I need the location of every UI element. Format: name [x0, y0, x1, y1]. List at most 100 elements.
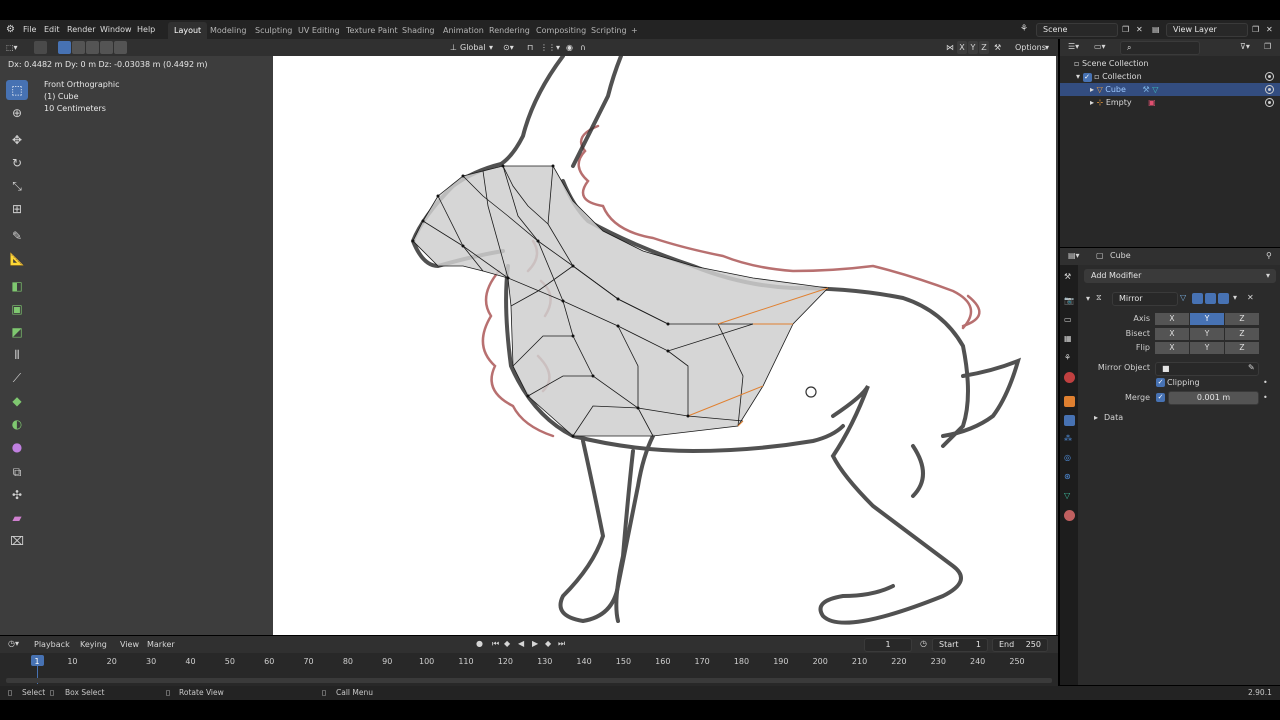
tab-uv-editing[interactable]: UV Editing	[292, 22, 346, 39]
axis-x-button[interactable]: X	[1155, 313, 1189, 325]
select-extend-icon[interactable]	[72, 41, 85, 54]
flip-y-button[interactable]: Y	[1190, 342, 1224, 354]
tab-animation[interactable]: Animation	[437, 22, 490, 39]
start-frame-input[interactable]: Start 1	[932, 638, 988, 652]
flip-x-button[interactable]: X	[1155, 342, 1189, 354]
select-subtract-icon[interactable]	[86, 41, 99, 54]
menu-render[interactable]: Render	[67, 20, 95, 39]
render-tab-icon[interactable]: 📷	[1064, 296, 1075, 307]
axis-y-button[interactable]: Y	[1190, 313, 1224, 325]
play-icon[interactable]: ▶	[532, 639, 538, 648]
viewport-toggle-icon[interactable]	[1205, 293, 1216, 304]
outliner-item-cube[interactable]: ▸ ▽ Cube ⚒ ▽	[1060, 83, 1280, 96]
axis-x-toggle[interactable]: X	[957, 41, 967, 54]
clock-icon[interactable]: ◷	[920, 639, 927, 648]
editor-type-icon[interactable]: ⬚▾	[6, 41, 18, 54]
display-mode-icon[interactable]: ▭▾	[1094, 42, 1106, 51]
inset-tool-icon[interactable]: ▣	[6, 299, 28, 319]
outliner-search-input[interactable]: ⌕	[1120, 41, 1200, 55]
visibility-eye-icon[interactable]	[1265, 98, 1274, 107]
chevron-down-icon[interactable]: ▾	[1233, 293, 1237, 302]
cage-toggle-icon[interactable]	[1192, 293, 1203, 304]
options-dropdown[interactable]: Options	[1015, 41, 1046, 54]
edge-slide-tool-icon[interactable]: ⧉	[6, 462, 28, 482]
properties-editor-icon[interactable]: ▤▾	[1068, 251, 1080, 260]
select-intersect-icon[interactable]	[114, 41, 127, 54]
bisect-z-button[interactable]: Z	[1225, 328, 1259, 340]
rotate-tool-icon[interactable]: ↻	[6, 153, 28, 173]
delete-view-layer-icon[interactable]: ✕	[1266, 20, 1273, 39]
proportional-edit-icon[interactable]: ◉	[566, 41, 573, 54]
current-frame-input[interactable]: 1	[864, 638, 912, 652]
data-tab-icon[interactable]: ▽	[1064, 491, 1075, 502]
spin-tool-icon[interactable]: ◐	[6, 414, 28, 434]
clipping-checkbox[interactable]: ✓	[1156, 378, 1165, 387]
axis-z-button[interactable]: Z	[1225, 313, 1259, 325]
outliner-editor-icon[interactable]: ☰▾	[1068, 42, 1079, 51]
measure-tool-icon[interactable]: 📐	[6, 249, 28, 269]
axis-y-toggle[interactable]: Y	[968, 41, 978, 54]
pin-icon[interactable]: ⚲	[1266, 251, 1272, 260]
tab-rendering[interactable]: Rendering	[483, 22, 536, 39]
prev-keyframe-icon[interactable]: ◆	[504, 639, 510, 648]
object-tab-icon[interactable]	[1064, 396, 1075, 407]
tab-shading[interactable]: Shading	[396, 22, 441, 39]
pivot-point-icon[interactable]: ⊙▾	[503, 41, 514, 54]
collapse-chevron-icon[interactable]: ▾	[1086, 294, 1090, 303]
edit-mode-toggle-icon[interactable]: ▽	[1180, 293, 1186, 302]
close-icon[interactable]: ✕	[1247, 293, 1254, 302]
tab-modeling[interactable]: Modeling	[204, 22, 252, 39]
render-toggle-icon[interactable]	[1218, 293, 1229, 304]
bisect-x-button[interactable]: X	[1155, 328, 1189, 340]
outliner-scene-collection[interactable]: ▫ Scene Collection	[1060, 57, 1280, 70]
bisect-y-button[interactable]: Y	[1190, 328, 1224, 340]
outliner-item-empty[interactable]: ▸ ⊹ Empty ▣	[1060, 96, 1280, 109]
select-mode-icon[interactable]	[34, 41, 47, 54]
constraints-tab-icon[interactable]: ⊛	[1064, 472, 1075, 483]
tab-compositing[interactable]: Compositing	[530, 22, 592, 39]
shear-tool-icon[interactable]: ▰	[6, 508, 28, 528]
shrink-fatten-tool-icon[interactable]: ✣	[6, 485, 28, 505]
loop-cut-tool-icon[interactable]: ⫴	[6, 345, 28, 365]
collection-checkbox[interactable]: ✓	[1082, 73, 1092, 82]
flip-z-button[interactable]: Z	[1225, 342, 1259, 354]
add-modifier-button[interactable]: Add Modifier	[1084, 269, 1276, 283]
data-panel-header[interactable]: Data	[1104, 413, 1123, 422]
view-menu[interactable]: View	[120, 640, 139, 649]
cursor-tool-icon[interactable]: ⊕	[6, 103, 28, 123]
filter-icon[interactable]: ⊽▾	[1240, 42, 1250, 51]
axis-z-toggle[interactable]: Z	[979, 41, 989, 54]
mirror-object-field[interactable]: ■	[1155, 362, 1259, 376]
tab-layout[interactable]: Layout	[168, 22, 208, 39]
jump-start-icon[interactable]: ⏮	[492, 639, 499, 649]
tool-tab-icon[interactable]: ⚒	[1064, 272, 1075, 283]
menu-window[interactable]: Window	[100, 20, 132, 39]
output-tab-icon[interactable]: ▭	[1064, 315, 1075, 326]
delete-scene-icon[interactable]: ✕	[1136, 20, 1143, 39]
merge-checkbox[interactable]: ✓	[1156, 393, 1165, 402]
expand-chevron-icon[interactable]: ▸	[1094, 413, 1098, 422]
move-tool-icon[interactable]: ✥	[6, 130, 28, 150]
visibility-eye-icon[interactable]	[1265, 85, 1274, 94]
snap-icon[interactable]: ⊓	[527, 41, 533, 54]
view-layer-tab-icon[interactable]: ▦	[1064, 334, 1075, 345]
wrench-icon[interactable]: ⚒	[994, 41, 1001, 54]
falloff-icon[interactable]: ∩	[580, 41, 586, 54]
material-tab-icon[interactable]	[1064, 510, 1075, 521]
physics-tab-icon[interactable]: ◎	[1064, 453, 1075, 464]
marker-menu[interactable]: Marker	[147, 640, 175, 649]
world-tab-icon[interactable]	[1064, 372, 1075, 383]
blender-logo-icon[interactable]: ⚙	[6, 20, 15, 39]
select-new-icon[interactable]	[58, 41, 71, 54]
modifier-name-input[interactable]: Mirror	[1112, 292, 1178, 306]
record-icon[interactable]: ●	[476, 639, 483, 648]
transform-tool-icon[interactable]: ⊞	[6, 199, 28, 219]
tab-sculpting[interactable]: Sculpting	[249, 22, 298, 39]
extrude-tool-icon[interactable]: ◧	[6, 276, 28, 296]
end-frame-input[interactable]: End 250	[992, 638, 1048, 652]
new-collection-icon[interactable]: ❐	[1264, 42, 1271, 51]
jump-end-icon[interactable]: ⏭	[558, 639, 565, 649]
tab-texture-paint[interactable]: Texture Paint	[340, 22, 404, 39]
menu-edit[interactable]: Edit	[44, 20, 60, 39]
playback-menu[interactable]: Playback	[34, 640, 70, 649]
